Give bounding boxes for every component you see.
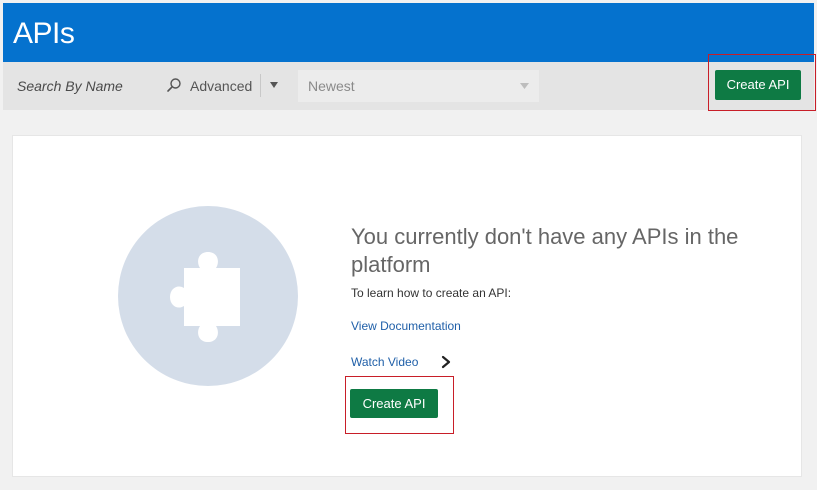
empty-state-description: To learn how to create an API: <box>351 286 512 300</box>
toolbar: Advanced Newest <box>3 62 814 110</box>
puzzle-piece-icon <box>118 206 298 386</box>
sort-select-value: Newest <box>308 78 355 94</box>
view-documentation-link[interactable]: View Documentation <box>351 319 461 333</box>
chevron-right-icon[interactable] <box>440 355 452 369</box>
search-icon[interactable] <box>166 77 182 93</box>
caret-down-icon <box>520 83 529 89</box>
page-title: APIs <box>13 17 75 50</box>
toolbar-divider <box>260 74 261 97</box>
advanced-search-button[interactable]: Advanced <box>190 78 252 94</box>
empty-state-title: You currently don't have any APIs in the… <box>351 224 739 277</box>
caret-down-icon[interactable] <box>269 80 279 90</box>
sort-select[interactable]: Newest <box>298 70 539 102</box>
watch-video-link[interactable]: Watch Video <box>351 355 418 369</box>
create-api-button-main[interactable]: Create API <box>350 389 438 418</box>
app-header: APIs <box>3 3 814 62</box>
create-api-button[interactable]: Create API <box>715 70 801 100</box>
